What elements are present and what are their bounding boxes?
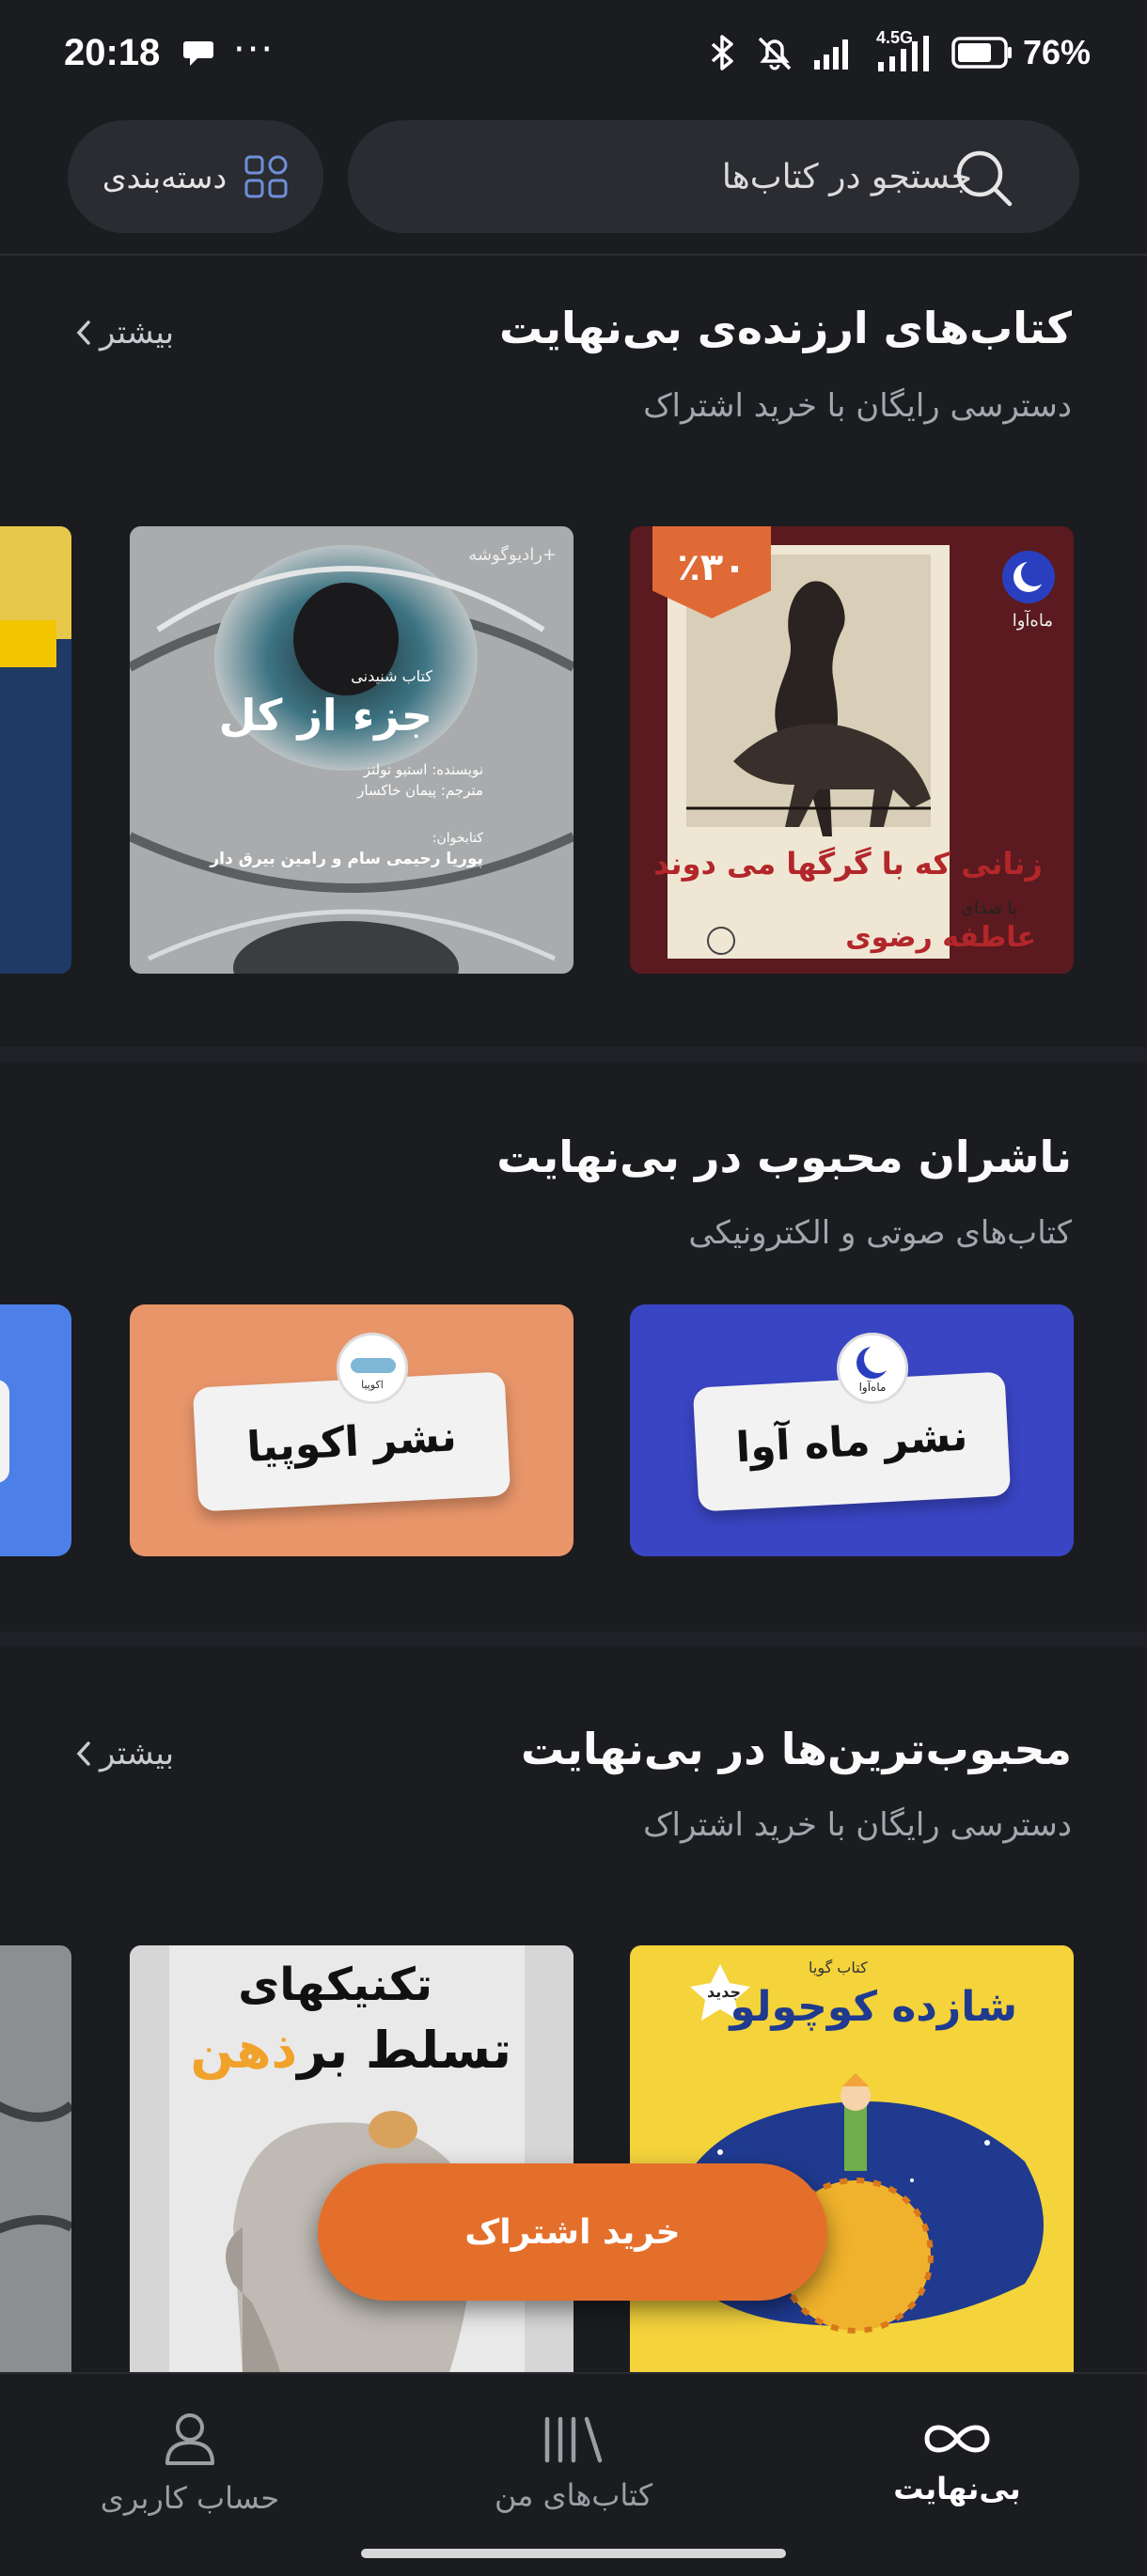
book-card-partial[interactable] (0, 526, 71, 974)
nav-label: حساب کاربری (100, 2480, 280, 2516)
readers-label: کتابخوان: (432, 831, 483, 846)
section-subtitle: کتاب‌های صوتی و الکترونیکی (688, 1214, 1072, 1252)
battery-percent: 76% (1022, 33, 1091, 71)
search-icon (956, 150, 1013, 207)
section-divider (0, 1631, 1147, 1647)
section-subtitle: دسترسی رایگان با خرید اشتراک (643, 387, 1072, 425)
section-title: ناشران محبوب در بی‌نهایت (496, 1132, 1072, 1182)
more-label: بیشتر (100, 314, 175, 351)
publisher-logo-text: ماه‌آوا (858, 1381, 887, 1394)
mute-bell-icon (758, 37, 792, 70)
status-more-dots: ··· (233, 28, 275, 71)
more-link[interactable]: بیشتر (75, 1735, 174, 1772)
publisher-logo: اکوپیا (337, 1333, 408, 1404)
publisher-label-box (0, 1380, 9, 1483)
nav-item-my-books[interactable]: کتاب‌های من (432, 2374, 715, 2553)
more-label: بیشتر (100, 1735, 175, 1772)
book-series-label: کتاب گویا (809, 1959, 868, 1976)
book-cover-title: زنانی که با گرگها می دوند (653, 846, 1043, 882)
publisher-mark: ماه‌آوا (1012, 611, 1053, 631)
signal-icon-2: 4.5G (874, 28, 935, 73)
signal-icon-1 (813, 39, 848, 70)
categories-button[interactable]: دسته‌بندی (68, 120, 323, 233)
translator-line: مترجم: پیمان خاکسار (357, 782, 483, 799)
nav-item-account[interactable]: حساب کاربری (49, 2374, 331, 2553)
book-card[interactable]: +رادیو‌گوشه کتاب شنیدنی جزء از کل نویسند… (130, 526, 574, 974)
chevron-left-icon (76, 1741, 90, 1766)
section-title: کتاب‌های ارزنده‌ی بی‌نهایت (499, 303, 1072, 353)
discount-label: ٪۳۰ (677, 546, 746, 589)
publisher-card-partial[interactable] (0, 1304, 71, 1556)
book-card-partial[interactable] (0, 1945, 71, 2372)
infinity-icon (924, 2425, 990, 2453)
book-card[interactable]: جدید کتاب گویا شازده کوچولو (630, 1945, 1074, 2372)
grid-icon (244, 155, 288, 198)
publisher-mark: +رادیو‌گوشه (468, 545, 557, 565)
publisher-name: نشر اکوپیا (245, 1412, 458, 1472)
library-icon (544, 2416, 603, 2463)
nav-label: بی‌نهایت (893, 2471, 1021, 2506)
status-bar: 20:18 ··· 4.5G 76% (0, 0, 1147, 113)
nav-label: کتاب‌های من (494, 2477, 653, 2513)
narrator-name: عاطفه رضوی (845, 921, 1036, 954)
search-placeholder: جستجو در کتاب‌ها (721, 157, 972, 196)
book-cover-title: جزء از کل (218, 690, 432, 741)
bluetooth-icon (711, 35, 733, 70)
user-icon (165, 2413, 214, 2465)
publisher-card-mahava[interactable]: نشر ماه آوا ماه‌آوا (630, 1304, 1074, 1556)
publisher-logo: ماه‌آوا (837, 1333, 908, 1404)
chat-bubble-icon (183, 41, 213, 66)
book-cover-illustration (130, 526, 574, 974)
publisher-logo-text: اکوپیا (361, 1379, 384, 1391)
section-title: محبوب‌ترین‌ها در بی‌نهایت (520, 1724, 1072, 1774)
battery: 76% (951, 33, 1091, 72)
buy-subscription-button[interactable]: خرید اشتراک (318, 2163, 827, 2301)
status-time: 20:18 (64, 32, 161, 73)
book-cover-title-accent: ذهن (190, 2021, 298, 2080)
chevron-left-icon (76, 320, 90, 345)
book-cover-title-line1: تکنیکهای (238, 1959, 432, 2011)
search-input[interactable]: جستجو در کتاب‌ها (348, 120, 1079, 233)
book-series-label: کتاب شنیدنی (351, 667, 432, 685)
author-line: نویسنده: استیو تولتز (363, 761, 483, 778)
book-card[interactable]: ٪۳۰ ماه‌آوا زنانی که با گرگها می دوند با… (630, 526, 1074, 974)
publisher-logo (1002, 551, 1055, 603)
publisher-card-ecopia[interactable]: نشر اکوپیا اکوپیا (130, 1304, 574, 1556)
nav-item-infinity[interactable]: بی‌نهایت (816, 2374, 1098, 2553)
book-card[interactable]: تکنیکهای تسلط برذهن (130, 1945, 574, 2372)
voice-label: با صدای (960, 898, 1017, 918)
battery-icon (951, 37, 1012, 69)
categories-label: دسته‌بندی (102, 158, 228, 195)
readers-names: پوریا رحیمی سام و رامین بیرق دار (210, 850, 483, 868)
more-link[interactable]: بیشتر (75, 314, 174, 351)
book-cover-logo (0, 620, 56, 667)
home-indicator[interactable] (361, 2549, 786, 2558)
book-cover-title-part: تسلط بر (297, 2021, 511, 2080)
section-subtitle: دسترسی رایگان با خرید اشتراک (643, 1806, 1072, 1844)
small-logo (707, 927, 735, 955)
buy-subscription-label: خرید اشتراک (464, 2212, 681, 2252)
status-indicators: 4.5G 76% (709, 28, 1091, 73)
book-cover-title-line2: تسلط برذهن (190, 2021, 511, 2080)
publisher-name: نشر ماه آوا (734, 1412, 969, 1472)
section-divider (0, 1047, 1147, 1062)
book-cover-illustration (0, 2101, 71, 2234)
book-cover-title: شازده کوچولو (730, 1983, 1017, 2031)
bottom-navigation: بی‌نهایت کتاب‌های من حساب کاربری (0, 2372, 1147, 2576)
header-divider (0, 254, 1147, 256)
